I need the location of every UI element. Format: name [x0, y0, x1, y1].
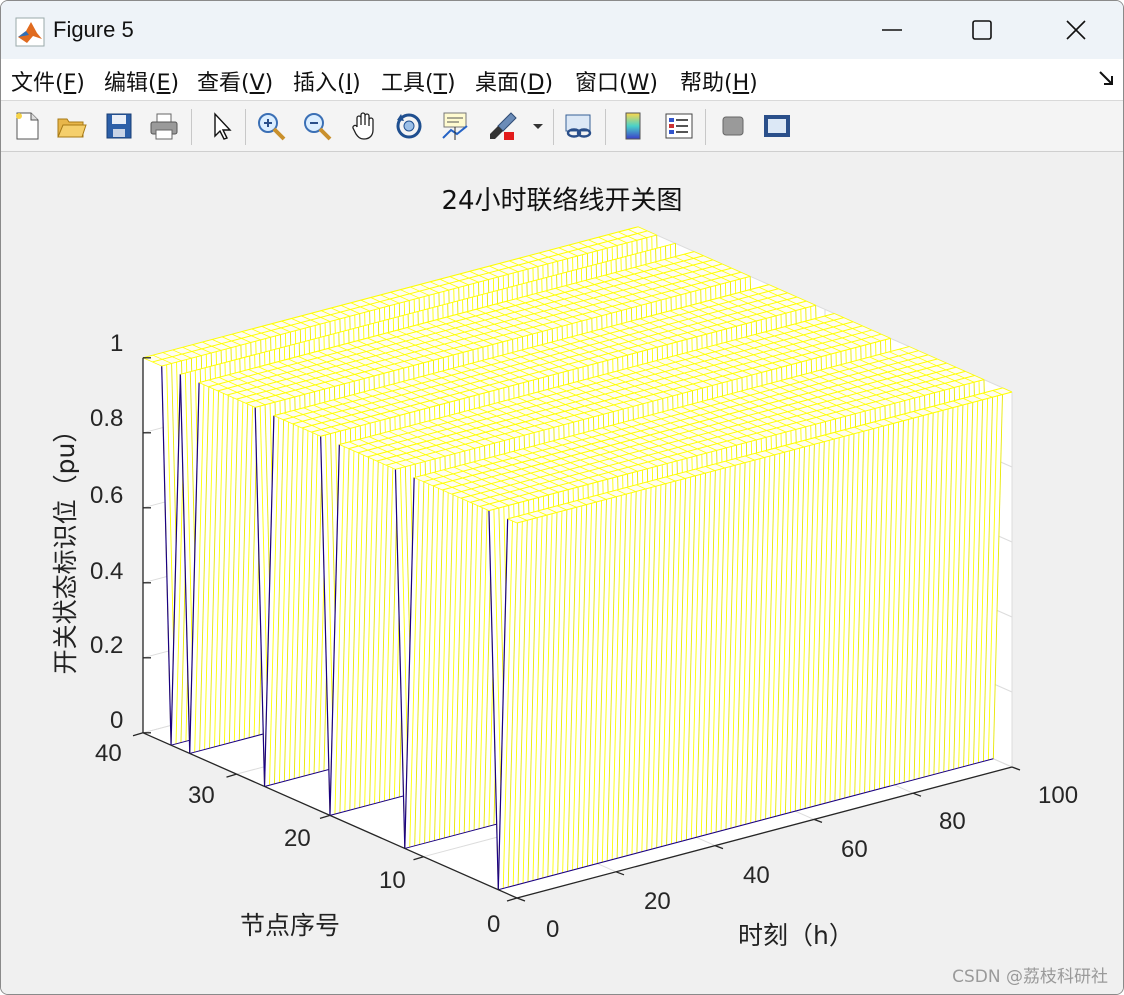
x-tick-label: 100: [1038, 782, 1079, 809]
x-axis-label: 时刻（h）: [738, 921, 854, 950]
y-tick-label: 40: [95, 740, 122, 767]
z-tick-label: 0.6: [90, 482, 124, 509]
y-tick: [226, 773, 237, 778]
y-tick-label: 10: [379, 867, 406, 894]
y-tick: [506, 897, 518, 902]
x-tick: [516, 897, 526, 902]
y-tick: [132, 732, 144, 737]
x-tick: [912, 792, 922, 797]
z-tick-label: 0.4: [90, 558, 124, 585]
x-tick-label: 0: [546, 916, 560, 943]
x-tick: [615, 871, 625, 876]
x-tick-label: 20: [644, 888, 671, 915]
z-tick-label: 0.2: [90, 632, 124, 659]
y-tick-label: 20: [284, 825, 311, 852]
x-tick: [1011, 766, 1021, 771]
z-tick-label: 0: [110, 707, 124, 734]
y-tick: [413, 856, 424, 861]
y-tick-label: 30: [188, 782, 215, 809]
surface-plot-axes[interactable]: [0, 0, 1124, 995]
watermark: CSDN @荔枝科研社: [952, 967, 1108, 987]
y-axis-label: 节点序号: [240, 911, 341, 940]
x-tick: [714, 844, 724, 850]
z-axis-label: 开关状态标识位（pu）: [51, 417, 80, 675]
x-tick-label: 80: [939, 808, 966, 835]
y-tick: [319, 814, 331, 820]
y-tick-label: 0: [487, 911, 501, 938]
z-tick-label: 1: [110, 330, 124, 357]
x-tick: [813, 818, 823, 824]
x-tick-label: 60: [841, 836, 868, 863]
x-tick-label: 40: [743, 862, 770, 889]
z-tick-label: 0.8: [90, 405, 124, 432]
